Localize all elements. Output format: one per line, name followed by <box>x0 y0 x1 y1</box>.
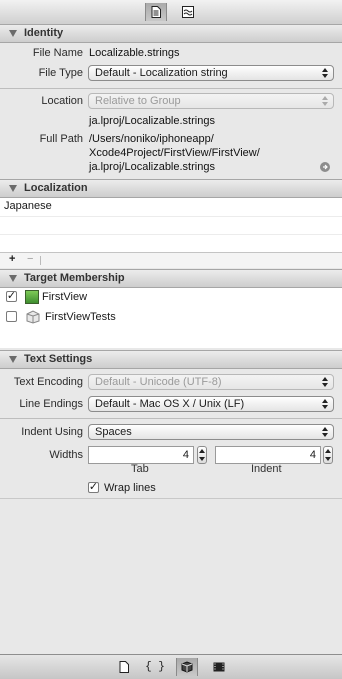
divider <box>40 256 41 265</box>
file-name-value: Localizable.strings <box>89 47 180 59</box>
location-value: Relative to Group <box>95 95 181 107</box>
widths-label: Widths <box>49 449 83 461</box>
remove-localization-button[interactable]: − <box>27 253 33 265</box>
popup-arrows-icon <box>322 68 328 78</box>
text-encoding-value: Default - Unicode (UTF-8) <box>95 376 222 388</box>
file-type-value: Default - Localization string <box>95 67 228 79</box>
object-library-icon[interactable] <box>176 658 198 676</box>
popup-arrows-icon <box>322 377 328 387</box>
indent-width-stepper[interactable] <box>323 446 333 464</box>
divider <box>0 418 342 419</box>
list-item[interactable]: Japanese <box>4 200 52 212</box>
media-library-icon[interactable] <box>209 658 229 676</box>
line-endings-value: Default - Mac OS X / Unix (LF) <box>95 398 245 410</box>
full-path-line-1: /Users/noniko/iphoneapp/ <box>89 133 214 145</box>
target-membership-section-header[interactable]: Target Membership <box>0 269 342 288</box>
indent-caption: Indent <box>251 463 282 475</box>
popup-arrows-icon <box>322 427 328 437</box>
file-template-icon[interactable] <box>114 658 134 676</box>
file-type-popup[interactable]: Default - Localization string <box>88 65 334 81</box>
popup-arrows-icon <box>322 399 328 409</box>
inspector-toolbar <box>0 0 342 25</box>
indent-using-popup[interactable]: Spaces <box>88 424 334 440</box>
localization-button-bar: + − <box>0 252 342 268</box>
wrap-lines-label: Wrap lines <box>104 482 156 494</box>
file-inspector-icon[interactable] <box>145 3 167 21</box>
file-type-label: File Type <box>38 67 83 79</box>
tab-width-stepper[interactable] <box>197 446 207 464</box>
row-divider <box>0 234 342 235</box>
add-localization-button[interactable]: + <box>9 253 15 265</box>
target-membership-header-label: Target Membership <box>24 272 125 284</box>
firstview-target-checkbox[interactable]: ✓ <box>6 291 17 302</box>
disclosure-triangle-icon[interactable] <box>9 275 17 282</box>
disclosure-triangle-icon[interactable] <box>9 356 17 363</box>
popup-arrows-icon <box>322 96 328 106</box>
line-endings-label: Line Endings <box>19 398 83 410</box>
code-snippet-icon[interactable]: { } <box>145 658 165 676</box>
full-path-label: Full Path <box>39 133 83 145</box>
disclosure-triangle-icon[interactable] <box>9 185 17 192</box>
row-divider <box>0 216 342 217</box>
indent-width-field[interactable]: 4 <box>215 446 321 464</box>
localization-section-header[interactable]: Localization <box>0 179 342 198</box>
target-name: FirstView <box>42 291 88 303</box>
location-popup[interactable]: Relative to Group <box>88 93 334 109</box>
app-target-icon <box>25 290 39 304</box>
location-path: ja.lproj/Localizable.strings <box>89 115 215 127</box>
reveal-in-finder-icon[interactable] <box>320 162 330 172</box>
text-settings-section-header[interactable]: Text Settings <box>0 350 342 369</box>
identity-header-label: Identity <box>24 27 64 39</box>
indent-using-label: Indent Using <box>21 426 83 438</box>
firstviewtests-target-checkbox[interactable] <box>6 311 17 322</box>
targets-list: ✓ FirstView FirstViewTests <box>0 288 342 348</box>
checkmark-icon: ✓ <box>6 290 17 302</box>
full-path-line-2: Xcode4Project/FirstView/FirstView/ <box>89 147 260 159</box>
checkmark-icon: ✓ <box>88 481 99 493</box>
indent-using-value: Spaces <box>95 426 132 438</box>
localization-header-label: Localization <box>24 182 88 194</box>
text-settings-header-label: Text Settings <box>24 353 93 365</box>
disclosure-triangle-icon[interactable] <box>9 30 17 37</box>
identity-section-header[interactable]: Identity <box>0 24 342 43</box>
library-toolbar: { } <box>0 654 342 679</box>
wrap-lines-checkbox[interactable]: ✓ <box>88 482 99 493</box>
line-endings-popup[interactable]: Default - Mac OS X / Unix (LF) <box>88 396 334 412</box>
divider <box>0 88 342 89</box>
location-label: Location <box>41 95 83 107</box>
tab-caption: Tab <box>131 463 149 475</box>
full-path-line-3: ja.lproj/Localizable.strings <box>89 161 215 173</box>
bundle-target-icon <box>25 310 41 324</box>
text-encoding-label: Text Encoding <box>13 376 83 388</box>
localization-list: Japanese <box>0 198 342 252</box>
file-name-label: File Name <box>32 47 83 59</box>
divider <box>0 498 342 499</box>
quick-help-icon[interactable] <box>178 3 198 21</box>
text-encoding-popup[interactable]: Default - Unicode (UTF-8) <box>88 374 334 390</box>
tab-width-field[interactable]: 4 <box>88 446 194 464</box>
target-name: FirstViewTests <box>45 311 116 323</box>
